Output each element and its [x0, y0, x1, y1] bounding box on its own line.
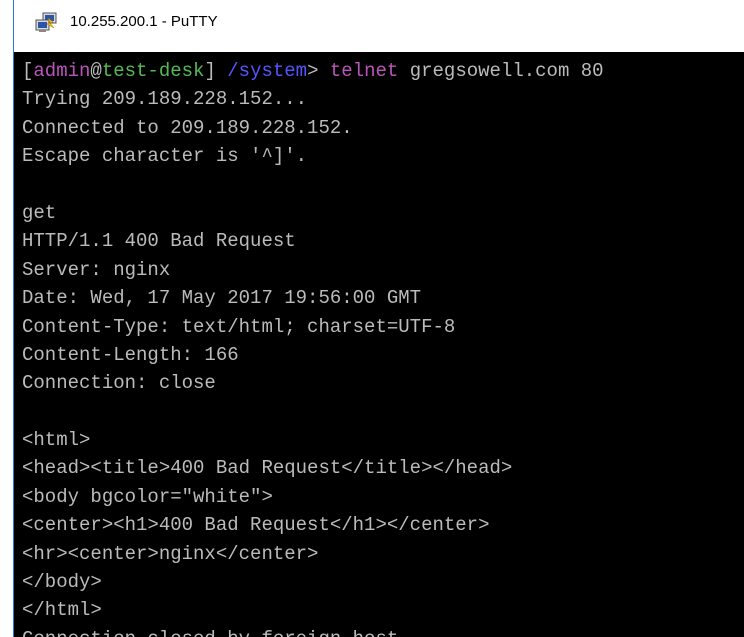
output-line: Content-Length: 166: [22, 343, 239, 366]
prompt-at: @: [90, 60, 102, 82]
prompt-path: /system: [227, 60, 308, 82]
output-line: Content-Type: text/html; charset=UTF-8: [22, 315, 456, 338]
window-title: 10.255.200.1 - PuTTY: [70, 13, 218, 30]
command-args: gregsowell.com 80: [398, 60, 604, 82]
prompt-user: admin: [33, 60, 91, 82]
output-line: <hr><center>nginx</center>: [22, 542, 319, 565]
prompt-host: test-desk: [101, 60, 205, 82]
output-line: get: [22, 201, 57, 224]
putty-window: 10.255.200.1 - PuTTY [admin@test-desk] /…: [0, 0, 744, 637]
title-bar[interactable]: 10.255.200.1 - PuTTY: [14, 0, 744, 46]
window-left-border: [0, 0, 13, 637]
output-line: </body>: [22, 571, 102, 594]
terminal-screen[interactable]: [admin@test-desk] /system> telnet gregso…: [14, 52, 744, 637]
output-line: <head><title>400 Bad Request</title></he…: [22, 457, 513, 480]
prompt-marker: >: [307, 60, 330, 82]
output-line: </html>: [22, 599, 102, 622]
putty-icon[interactable]: [34, 12, 58, 34]
output-line: HTTP/1.1 400 Bad Request: [22, 230, 296, 253]
prompt-open-bracket: [: [22, 60, 34, 82]
output-line: <html>: [22, 429, 91, 452]
terminal-output: [admin@test-desk] /system> telnet gregso…: [22, 57, 604, 637]
command-name: telnet: [329, 60, 399, 82]
output-line: Connection closed by foreign host.: [22, 625, 604, 637]
output-line: Trying 209.189.228.152...: [22, 88, 308, 111]
output-line: <center><h1>400 Bad Request</h1></center…: [22, 514, 490, 537]
output-line: Date: Wed, 17 May 2017 19:56:00 GMT: [22, 287, 422, 310]
output-line: <body bgcolor="white">: [22, 485, 273, 508]
output-line: Connection: close: [22, 372, 216, 395]
output-line: Connected to 209.189.228.152.: [22, 116, 353, 139]
output-line: Escape character is '^]'.: [22, 145, 308, 168]
prompt-line: [admin@test-desk] /system> telnet gregso…: [22, 57, 604, 85]
output-line: Server: nginx: [22, 258, 171, 281]
prompt-close-bracket: ]: [204, 60, 228, 82]
